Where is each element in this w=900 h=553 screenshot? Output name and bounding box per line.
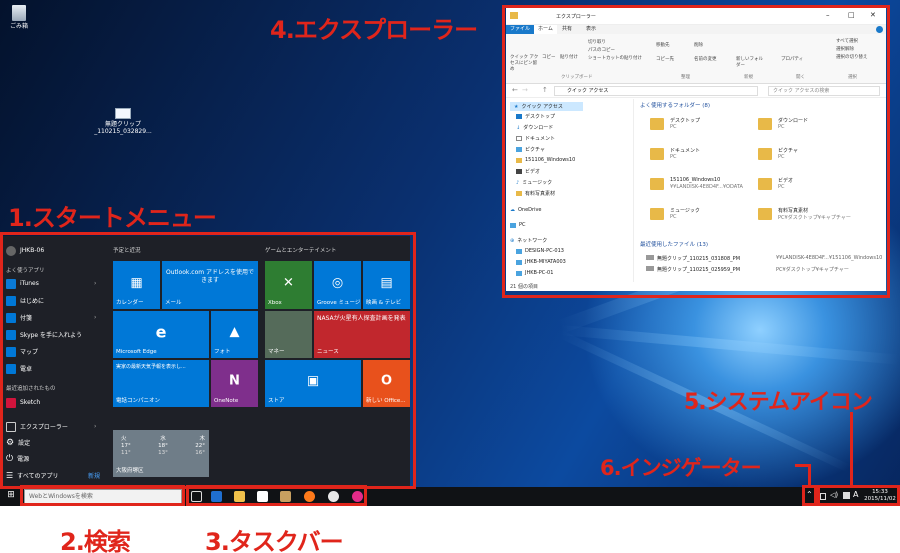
callout-explorer: 4.エクスプローラー <box>270 16 478 44</box>
system-icons-highlight <box>817 485 900 506</box>
callout-taskbar: 3.タスクバー <box>205 528 344 553</box>
screenshot: ごみ箱 無題クリップ _110215_032829... JHKB-06 よく使… <box>0 0 900 553</box>
recycle-bin[interactable]: ごみ箱 <box>6 5 32 30</box>
callout-search: 2.検索 <box>60 528 131 553</box>
file-name-line1: 無題クリップ <box>104 121 141 128</box>
file-name-line2: _110215_032829... <box>94 128 152 135</box>
taskbar-highlight <box>186 485 367 506</box>
callout-start-menu: 1.スタートメニュー <box>8 204 217 232</box>
image-file-icon <box>115 108 131 119</box>
callout-system-icons: 5.システムアイコン <box>684 390 873 415</box>
callout-indicator: 6.インジゲーター <box>600 456 762 480</box>
system-icons-leader-line <box>850 412 853 486</box>
indicator-leader-line <box>808 465 811 486</box>
indicator-leader-line <box>795 464 811 467</box>
indicator-highlight <box>802 485 817 506</box>
explorer-highlight <box>502 5 890 298</box>
screenshot-file[interactable]: 無題クリップ _110215_032829... <box>92 108 154 135</box>
windows-logo-icon: ⊞ <box>7 490 15 500</box>
start-menu-highlight <box>0 232 416 489</box>
recycle-bin-label: ごみ箱 <box>9 23 28 30</box>
search-highlight <box>20 485 185 506</box>
recycle-bin-icon <box>12 5 26 21</box>
start-button[interactable]: ⊞ <box>4 490 18 503</box>
